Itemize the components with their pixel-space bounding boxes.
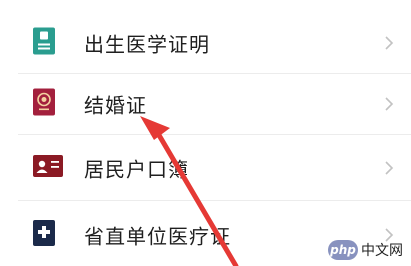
php-logo: php [328,240,358,260]
marriage-certificate-icon [33,88,55,120]
watermark: php 中文网 [328,240,403,260]
divider [18,134,411,135]
medical-card-icon [33,220,55,250]
household-register-icon [33,155,63,181]
chevron-right-icon [385,97,394,111]
birth-certificate-icon [33,27,55,59]
certificate-label: 结婚证 [84,93,147,118]
chevron-right-icon [385,36,394,50]
certificate-label: 出生医学证明 [84,32,210,57]
chevron-right-icon [385,161,394,175]
certificate-item-birth-certificate[interactable]: 出生医学证明 [0,13,411,73]
certificate-item-marriage-certificate[interactable]: 结婚证 [0,74,411,134]
divider [18,200,411,201]
certificate-item-household-register[interactable]: 居民户口簿 [0,138,411,198]
watermark-text: 中文网 [361,243,403,259]
certificate-list: 出生医学证明 结婚证 居民户口簿 省直单位医疗证 [0,0,411,266]
certificate-label: 居民户口簿 [84,157,189,182]
certificate-label: 省直单位医疗证 [84,224,231,249]
